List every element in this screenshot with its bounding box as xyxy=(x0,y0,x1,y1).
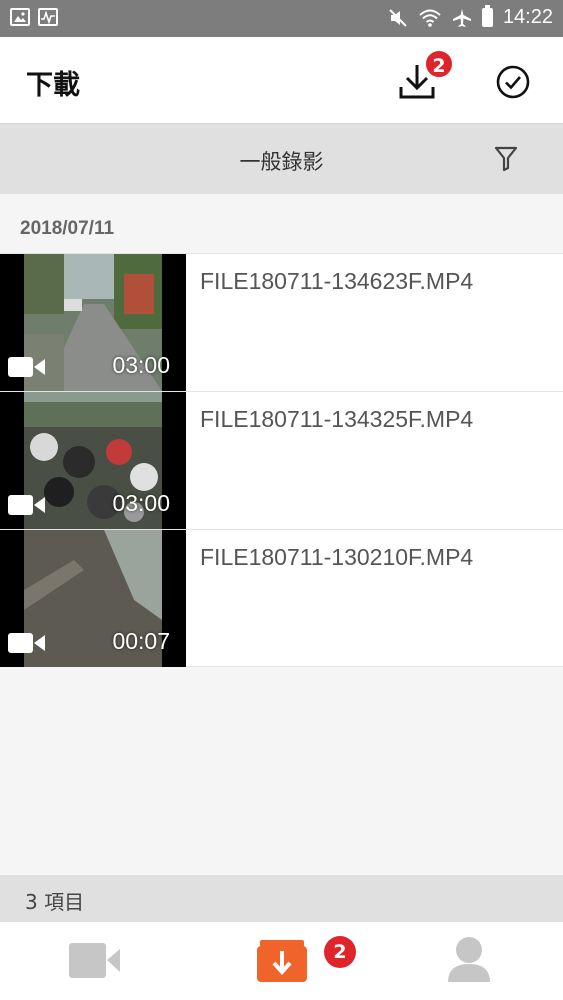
video-camera-icon xyxy=(8,633,45,653)
status-left xyxy=(10,8,58,26)
list-item[interactable]: 00:07 FILE180711-130210F.MP4 xyxy=(0,529,563,667)
video-thumbnail[interactable]: 00:07 xyxy=(0,530,186,667)
download-badge: 2 xyxy=(424,49,454,79)
file-list: 03:00 FILE180711-134623F.MP4 03:00 FILE1… xyxy=(0,253,563,667)
file-name: FILE180711-134325F.MP4 xyxy=(200,406,474,432)
item-count: 3 項目 xyxy=(25,890,85,914)
status-time: 14:22 xyxy=(502,6,553,28)
status-bar: 14:22 xyxy=(0,0,563,37)
battery-icon xyxy=(481,5,493,27)
status-right: 14:22 xyxy=(388,5,553,29)
downloads-badge: 2 xyxy=(324,936,356,968)
video-thumbnail[interactable]: 03:00 xyxy=(0,392,186,529)
app-bar: 下載 2 xyxy=(0,37,563,124)
bottom-nav: 2 xyxy=(0,922,563,1000)
date-header: 2018/07/11 xyxy=(20,218,115,239)
mute-icon xyxy=(389,8,407,27)
check-circle-icon xyxy=(496,65,530,99)
nav-item-profile[interactable] xyxy=(400,922,540,1000)
file-name: FILE180711-134623F.MP4 xyxy=(200,268,474,294)
video-camera-icon xyxy=(69,943,120,978)
video-duration: 00:07 xyxy=(112,628,170,654)
video-camera-icon xyxy=(8,495,45,515)
activity-icon xyxy=(38,8,58,26)
airplane-icon xyxy=(452,8,471,27)
video-thumbnail[interactable]: 03:00 xyxy=(0,254,186,391)
select-button[interactable] xyxy=(495,64,531,100)
gallery-icon xyxy=(10,8,30,26)
filter-label: 一般錄影 xyxy=(239,150,324,174)
file-name: FILE180711-130210F.MP4 xyxy=(200,544,474,570)
page-title: 下載 xyxy=(26,70,80,101)
nav-item-videos[interactable] xyxy=(24,922,164,1000)
video-camera-icon xyxy=(8,357,45,377)
filter-bar[interactable]: 一般錄影 xyxy=(0,124,563,194)
video-duration: 03:00 xyxy=(112,352,170,378)
video-duration: 03:00 xyxy=(112,490,170,516)
filter-icon xyxy=(494,146,518,172)
item-count-bar: 3 項目 xyxy=(0,875,563,922)
person-icon xyxy=(448,937,490,982)
list-item[interactable]: 03:00 FILE180711-134623F.MP4 xyxy=(0,253,563,391)
wifi-icon xyxy=(419,9,441,27)
list-item[interactable]: 03:00 FILE180711-134325F.MP4 xyxy=(0,391,563,529)
filter-button[interactable] xyxy=(494,146,518,172)
